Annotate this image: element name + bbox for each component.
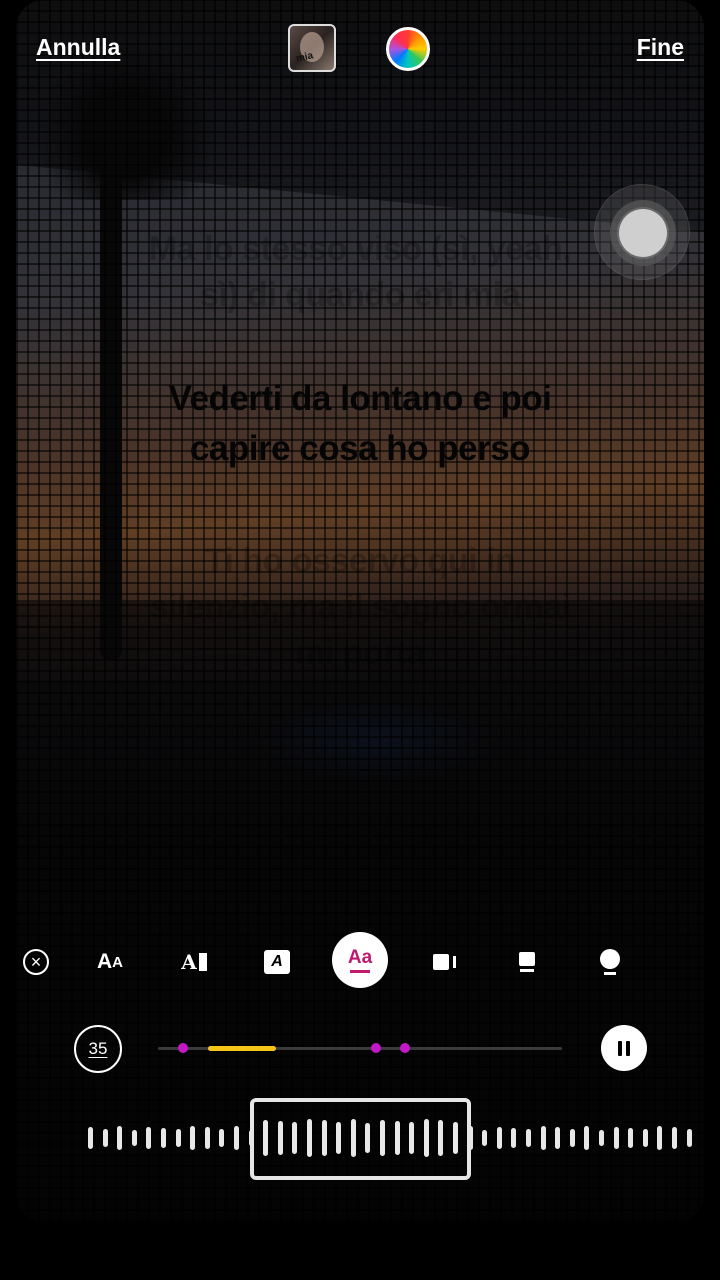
clip-duration-button[interactable]: 35 — [74, 1025, 122, 1073]
timeline-marker — [371, 1043, 381, 1053]
card-icon-line — [520, 969, 534, 972]
waveform-bar — [569, 1129, 575, 1147]
waveform-bar — [628, 1128, 634, 1148]
text-align-icon: A — [181, 950, 197, 974]
text-align-button[interactable]: A — [170, 938, 218, 986]
waveform-bar — [642, 1129, 648, 1147]
lyric-next-line: Ti ho osservo qui in silenzio, ma il sog… — [149, 542, 571, 672]
video-icon — [432, 954, 449, 970]
text-style-underline — [350, 969, 370, 973]
lyrics-style-toolbar: × AA A A Aa — [0, 932, 720, 992]
waveform-bar — [146, 1127, 152, 1149]
card-icon — [519, 952, 535, 966]
pause-icon — [618, 1040, 622, 1056]
pause-button[interactable] — [601, 1025, 647, 1071]
waveform-bar — [599, 1130, 604, 1146]
color-wheel-icon[interactable] — [386, 27, 430, 71]
bulb-icon — [600, 949, 620, 969]
text-align-bar — [198, 953, 207, 971]
video-icon-tick — [452, 956, 456, 968]
waveform-bar — [131, 1130, 137, 1146]
waveform-bar — [672, 1127, 677, 1149]
timeline-marker — [400, 1043, 410, 1053]
waveform-bar — [88, 1127, 93, 1149]
done-button[interactable]: Fine — [637, 34, 684, 61]
waveform-bar — [161, 1128, 166, 1148]
video-style-button[interactable] — [420, 938, 468, 986]
text-size-button[interactable]: AA — [86, 938, 134, 986]
waveform-bar — [657, 1126, 663, 1150]
text-background-button[interactable]: A — [253, 938, 301, 986]
waveform-bar — [482, 1130, 488, 1146]
waveform-bar — [511, 1128, 517, 1148]
record-button[interactable] — [594, 184, 690, 280]
record-button-icon — [619, 209, 667, 257]
waveform-bar — [175, 1129, 181, 1147]
waveform-bar — [613, 1127, 619, 1149]
waveform-bar — [584, 1126, 590, 1150]
waveform-bar — [555, 1127, 561, 1149]
timeline-selected-segment — [208, 1046, 276, 1051]
waveform-bar — [234, 1126, 239, 1150]
album-cover-text: mia — [295, 50, 315, 65]
waveform-bar — [686, 1129, 692, 1147]
timeline-marker — [178, 1043, 188, 1053]
text-style-icon: Aa — [347, 946, 373, 968]
waveform-bar — [496, 1127, 502, 1149]
waveform-bar — [540, 1126, 546, 1150]
text-size-icon-small: A — [112, 953, 123, 971]
waveform-bar — [102, 1129, 108, 1147]
text-style-button[interactable]: Aa — [332, 932, 388, 988]
album-cover[interactable]: mia — [288, 24, 336, 72]
waveform-bar — [526, 1129, 531, 1147]
close-icon: × — [23, 949, 49, 975]
song-timeline[interactable] — [158, 1043, 562, 1053]
lyric-previous-line: Ma lo stesso viso (sì, yeah, sì) di quan… — [148, 230, 572, 314]
remove-sticker-button[interactable]: × — [12, 938, 60, 986]
waveform-bar — [190, 1126, 196, 1150]
pause-icon-bar — [626, 1040, 630, 1056]
bulb-style-button[interactable] — [586, 938, 634, 986]
card-style-button[interactable] — [503, 938, 551, 986]
cancel-button[interactable]: Annulla — [36, 34, 120, 61]
bulb-icon-line — [604, 972, 616, 975]
waveform-bar — [219, 1129, 225, 1147]
waveform-bar — [117, 1126, 123, 1150]
waveform-bar — [204, 1127, 210, 1149]
waveform-selection-window[interactable] — [250, 1098, 471, 1180]
lyric-current-line: Vederti da lontano e poi capire cosa ho … — [168, 379, 552, 468]
text-size-icon: A — [96, 950, 113, 973]
text-background-icon: A — [264, 950, 290, 974]
